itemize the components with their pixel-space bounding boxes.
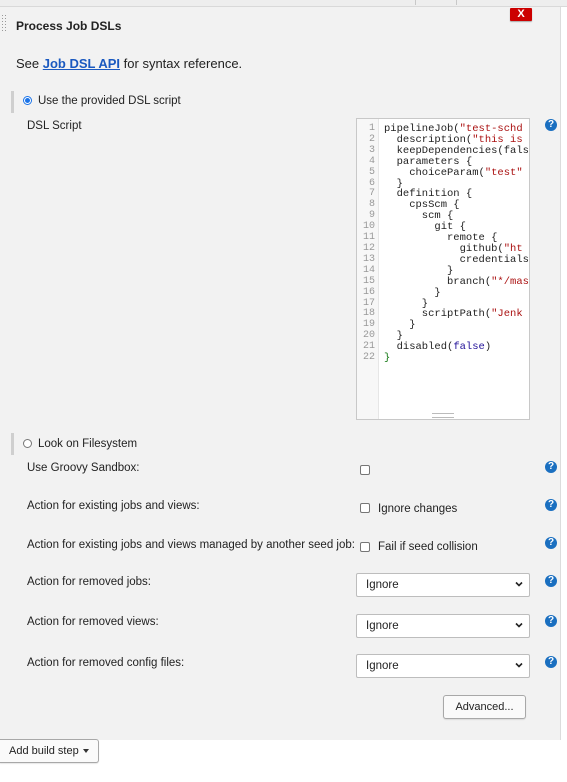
groovy-sandbox-label: Use Groovy Sandbox: xyxy=(27,462,140,474)
reference-suffix: for syntax reference. xyxy=(120,56,243,71)
removed-views-select[interactable]: Ignore xyxy=(356,614,530,638)
radio-block-bar xyxy=(11,91,14,113)
ignore-changes-checkbox[interactable] xyxy=(360,503,370,513)
chevron-down-icon xyxy=(515,662,523,668)
dsl-script-editor[interactable]: 1 2 3 4 5 6 7 8 9 10 11 12 13 14 15 16 17 18 19 20 21 22 pipe… xyxy=(356,118,530,420)
help-icon[interactable]: ? xyxy=(545,575,557,587)
removed-jobs-select[interactable]: Ignore xyxy=(356,573,530,597)
close-button[interactable]: X xyxy=(510,8,532,21)
code-line[interactable]: } xyxy=(384,320,529,331)
groovy-sandbox-checkbox[interactable] xyxy=(360,465,370,475)
line-number: 4 xyxy=(368,155,375,167)
help-icon[interactable]: ? xyxy=(545,119,557,131)
code-line[interactable]: } xyxy=(384,353,529,364)
close-icon: X xyxy=(517,8,525,20)
radio-use-provided-script[interactable] xyxy=(23,96,32,105)
advanced-button[interactable]: Advanced... xyxy=(443,695,526,719)
editor-resize-handle[interactable] xyxy=(432,413,454,418)
chevron-down-icon xyxy=(515,581,523,587)
section-title: Process Job DSLs xyxy=(16,19,122,33)
line-number-gutter: 1 2 3 4 5 6 7 8 9 10 11 12 13 14 15 16 17 18 19 20 21 22 xyxy=(357,119,379,419)
panel-edge xyxy=(561,7,567,740)
dsl-script-label: DSL Script xyxy=(27,120,82,132)
add-build-step-label: Add build step xyxy=(9,745,79,757)
fail-seed-collision-label[interactable]: Fail if seed collision xyxy=(378,541,478,553)
code-line[interactable]: } xyxy=(384,287,529,299)
removed-views-label: Action for removed views: xyxy=(27,616,159,628)
code-line[interactable]: choiceParam("test" xyxy=(384,167,529,179)
line-number: 22 xyxy=(362,352,375,364)
code-line[interactable]: branch("*/mas xyxy=(384,276,529,288)
help-icon[interactable]: ? xyxy=(545,537,557,549)
job-dsl-api-link[interactable]: Job DSL API xyxy=(43,56,120,71)
help-icon[interactable]: ? xyxy=(545,615,557,627)
removed-jobs-value: Ignore xyxy=(366,579,399,591)
line-number: 16 xyxy=(362,286,375,298)
radio-block-bar xyxy=(11,433,14,455)
code-line[interactable]: disabled(false) xyxy=(384,342,529,353)
existing-jobs-label: Action for existing jobs and views: xyxy=(27,500,200,512)
radio-use-provided-script-label[interactable]: Use the provided DSL script xyxy=(38,95,181,107)
caret-down-icon xyxy=(82,749,89,754)
help-icon[interactable]: ? xyxy=(545,461,557,473)
removed-config-value: Ignore xyxy=(366,660,399,672)
removed-jobs-label: Action for removed jobs: xyxy=(27,576,152,588)
tab-divider xyxy=(415,0,416,5)
help-icon[interactable]: ? xyxy=(545,656,557,668)
dsl-script-code[interactable]: pipelineJob("test-schd description("this… xyxy=(384,124,529,364)
reference-prefix: See xyxy=(16,56,43,71)
radio-look-on-filesystem-label[interactable]: Look on Filesystem xyxy=(38,438,137,450)
removed-config-label: Action for removed config files: xyxy=(27,657,185,669)
radio-look-on-filesystem[interactable] xyxy=(23,439,32,448)
fail-seed-collision-checkbox[interactable] xyxy=(360,542,370,552)
top-bar xyxy=(0,0,567,7)
line-number: 5 xyxy=(368,166,375,178)
managed-jobs-label: Action for existing jobs and views manag… xyxy=(27,539,355,551)
removed-config-select[interactable]: Ignore xyxy=(356,654,530,678)
add-build-step-button[interactable]: Add build step xyxy=(0,739,99,763)
syntax-reference-text: See Job DSL API for syntax reference. xyxy=(16,56,242,71)
removed-views-value: Ignore xyxy=(366,620,399,632)
tab-divider xyxy=(456,0,457,5)
line-number: 15 xyxy=(362,275,375,287)
ignore-changes-label[interactable]: Ignore changes xyxy=(378,503,457,515)
drag-handle-icon[interactable] xyxy=(2,15,10,37)
help-icon[interactable]: ? xyxy=(545,499,557,511)
chevron-down-icon xyxy=(515,622,523,628)
